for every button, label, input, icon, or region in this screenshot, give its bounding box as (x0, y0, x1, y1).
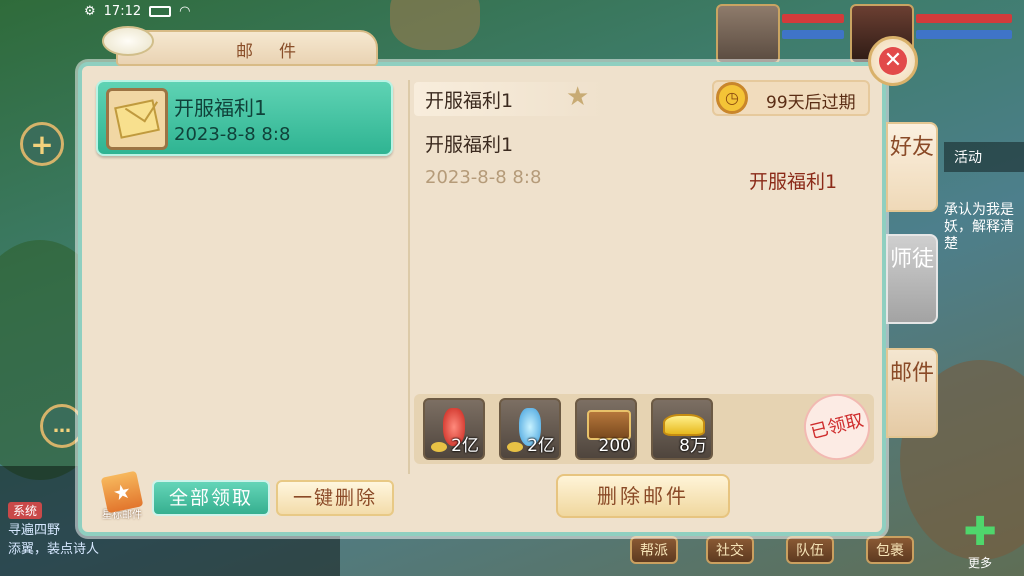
player-mp-bar (916, 30, 1012, 39)
star-mail-icon: ★ (100, 470, 144, 514)
more-button[interactable]: ✚ 更多 (952, 509, 1008, 570)
reward-slot[interactable]: 200 (575, 398, 637, 460)
pet-portrait[interactable] (716, 4, 780, 64)
mail-body-date: 2023-8-8 8:8 (425, 167, 542, 188)
bg-ornament (390, 0, 480, 50)
coins-icon (507, 442, 523, 452)
nav-social-button[interactable]: 社交 (706, 536, 754, 564)
reward-slot[interactable]: 2亿 (499, 398, 561, 460)
reward-qty: 8万 (679, 436, 707, 456)
status-bar: ⚙ 17:12 ◠ (84, 0, 190, 22)
pet-hp-bar (782, 14, 844, 23)
reward-qty: 200 (598, 436, 631, 456)
mail-body-title: 开服福利1 (425, 134, 514, 156)
panel-divider (408, 80, 410, 474)
player-hp-bar (916, 14, 1012, 23)
battery-icon (149, 5, 172, 17)
detail-title: 开服福利1 (425, 90, 514, 112)
tab-friends[interactable]: 好友 (886, 122, 938, 212)
plus-icon: ✚ (963, 509, 997, 555)
claim-all-button[interactable]: 全部领取 (152, 480, 270, 516)
pet-mp-bar (782, 30, 844, 39)
status-time: 17:12 (103, 3, 142, 19)
reward-qty: 2亿 (451, 436, 479, 456)
expire-text: 99天后过期 (766, 93, 856, 113)
mail-sender: 开服福利1 (749, 171, 838, 193)
reward-qty: 2亿 (527, 436, 555, 456)
panel-title: 邮件 (236, 42, 322, 62)
coins-icon (431, 442, 447, 452)
delete-all-button[interactable]: 一键删除 (276, 480, 394, 516)
mail-list-item[interactable]: 开服福利1 2023-8-8 8:8 (96, 80, 393, 156)
close-icon: ✕ (879, 47, 907, 75)
nav-bag-button[interactable]: 包裹 (866, 536, 914, 564)
add-icon[interactable]: + (20, 122, 64, 166)
delete-mail-button[interactable]: 删除邮件 (556, 474, 730, 518)
mail-item-title: 开服福利1 (174, 96, 267, 120)
reward-slot[interactable]: 8万 (651, 398, 713, 460)
lotus-ornament-icon (102, 26, 154, 56)
tab-mentor[interactable]: 师徒 (886, 234, 938, 324)
reward-slot[interactable]: 2亿 (423, 398, 485, 460)
mail-item-date: 2023-8-8 8:8 (174, 124, 291, 145)
nav-guild-button[interactable]: 帮派 (630, 536, 678, 564)
envelope-icon (106, 88, 168, 150)
wifi-icon: ◠ (179, 3, 191, 19)
quest-tracker-text[interactable]: 承认为我是妖，解释清楚 (944, 202, 1024, 253)
star-mail-button[interactable]: ★ 星标邮件 (98, 470, 146, 522)
alarm-clock-icon: ◷ (716, 82, 748, 114)
star-icon[interactable]: ★ (566, 82, 589, 112)
gear-icon: ⚙ (84, 3, 96, 19)
tab-mail[interactable]: 邮件 (886, 348, 938, 438)
nav-team-button[interactable]: 队伍 (786, 536, 834, 564)
chat-channel-tag: 系统 (8, 502, 43, 519)
chat-message: 添翼，装点诗人 (8, 542, 100, 557)
close-button[interactable]: ✕ (868, 36, 918, 86)
more-label: 更多 (967, 556, 992, 570)
activity-button[interactable]: 活动 (944, 142, 1024, 172)
